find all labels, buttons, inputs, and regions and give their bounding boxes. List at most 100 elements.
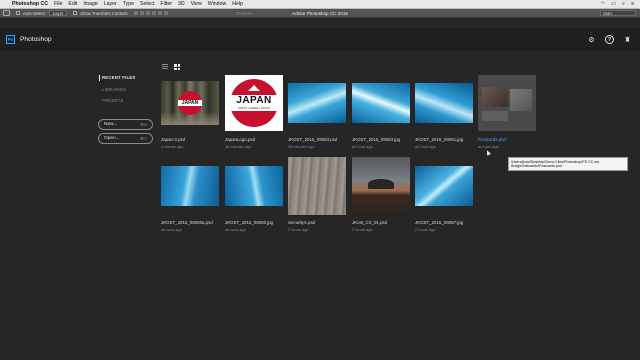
open-shortcut: ⌘O — [139, 136, 147, 141]
recent-file-tile[interactable]: JKOST_2015_09067.jpg 2 hours ago — [415, 158, 473, 232]
file-name: JapanLogo.psd — [225, 137, 256, 142]
menu-view[interactable]: View — [191, 1, 202, 7]
menu-select[interactable]: Select — [140, 1, 154, 7]
auto-select-checkbox[interactable] — [16, 11, 20, 15]
recent-file-tile[interactable]: SecurityX.psd 2 hours ago — [288, 157, 346, 232]
search-icon[interactable]: ⌕ — [622, 1, 625, 8]
open-button-label: Open... — [104, 136, 120, 141]
file-thumbnail[interactable] — [161, 158, 219, 214]
recent-file-tile[interactable]: JKost_CS_01.psd 2 hours ago — [352, 157, 410, 232]
file-thumbnail[interactable] — [415, 158, 473, 214]
file-thumbnail[interactable]: JAPAN — [161, 75, 219, 131]
photoshop-start-workspace: Photoshop CC File Edit Image Layer Type … — [0, 0, 640, 360]
transform-controls-checkbox[interactable] — [73, 11, 78, 15]
grid-view-icon[interactable] — [174, 64, 180, 70]
start-title: Photoshop — [20, 36, 52, 43]
menu-bar-status: ◠ ▭ ⌕ ≡ — [601, 1, 634, 8]
align-center-icon[interactable] — [157, 11, 162, 15]
menu-help[interactable]: Help — [232, 1, 243, 7]
gear-icon[interactable]: ⚙ — [587, 35, 596, 44]
recent-file-tile[interactable]: Postcards.psd an hour ago — [478, 75, 536, 149]
postcard-artboard — [510, 89, 532, 111]
ocean-wave-preview — [352, 83, 410, 123]
file-time: a minute ago — [161, 144, 184, 149]
file-thumbnail[interactable] — [225, 158, 283, 214]
file-thumbnail[interactable] — [352, 75, 410, 131]
file-time: 2 hours ago — [352, 227, 373, 232]
align-middle-icon[interactable] — [139, 11, 144, 15]
file-time: 36 minutes ago — [288, 144, 315, 149]
align-right-icon[interactable] — [163, 11, 168, 15]
auto-select-dropdown[interactable]: Layer — [48, 10, 68, 16]
ocean-wave-preview — [415, 83, 473, 123]
active-indicator — [99, 75, 100, 81]
start-header: Ps Photoshop ⚙ ? ♜ — [0, 28, 640, 51]
nav-recent-files-label: RECENT FILES — [102, 75, 136, 80]
workspace-dropdown[interactable]: Start — [600, 10, 636, 16]
file-time: 2 hours ago — [288, 227, 309, 232]
recent-file-tile[interactable]: JKOST_2015_09050a.psd an hour ago — [161, 158, 219, 232]
file-time: 2 hours ago — [415, 227, 436, 232]
new-button[interactable]: New... ⌘N — [98, 119, 153, 130]
transform-controls-label: Show Transform Controls — [80, 10, 128, 16]
file-name: JKost_CS_01.psd — [352, 220, 388, 225]
align-left-icon[interactable] — [151, 11, 156, 15]
move-tool-icon[interactable] — [3, 10, 10, 16]
file-name: JKOST_2015_09091.jpg — [415, 137, 464, 142]
help-icon[interactable]: ? — [605, 35, 614, 44]
gift-icon[interactable]: ♜ — [623, 35, 632, 44]
file-name: JKOST_2015_09083.jpg — [352, 137, 401, 142]
file-thumbnail[interactable] — [288, 157, 346, 215]
file-thumbnail[interactable] — [415, 75, 473, 131]
new-button-label: New... — [104, 122, 118, 127]
japan-logo-subtitle: TOKYO • OSAKA • KYOTO — [230, 107, 278, 111]
wifi-icon[interactable]: ◠ — [601, 1, 606, 7]
transform-group: Show Transform Controls — [73, 10, 128, 16]
file-time: an hour ago — [415, 144, 436, 149]
align-buttons — [133, 11, 168, 15]
nav-libraries[interactable]: LIBRARIES — [102, 87, 135, 92]
menu-window[interactable]: Window — [208, 1, 226, 7]
file-thumbnail[interactable] — [288, 75, 346, 131]
recent-file-tile[interactable]: JKOST_2015_09091.jpg an hour ago — [415, 75, 473, 149]
file-name: Japan-3.psd — [161, 137, 186, 142]
japan-logo-word: JAPAN — [230, 95, 278, 107]
nav-presets[interactable]: PRESETS — [102, 98, 135, 103]
japan-3-preview: JAPAN — [161, 81, 219, 125]
file-thumbnail[interactable] — [478, 75, 536, 131]
file-time: 18 minutes ago — [225, 144, 252, 149]
ocean-wave-preview — [288, 83, 346, 123]
mouse-cursor-icon — [485, 149, 491, 156]
align-bottom-icon[interactable] — [145, 11, 150, 15]
recent-file-tile[interactable]: JAPAN TOKYO • OSAKA • KYOTO JapanLogo.ps… — [225, 75, 283, 149]
menu-type[interactable]: Type — [123, 1, 134, 7]
list-icon[interactable]: ≡ — [631, 1, 634, 7]
file-thumbnail[interactable]: JAPAN TOKYO • OSAKA • KYOTO — [225, 75, 283, 131]
menu-layer[interactable]: Layer — [104, 1, 117, 7]
file-thumbnail[interactable] — [352, 157, 410, 215]
menu-image[interactable]: Image — [83, 1, 97, 7]
auto-select-label: Auto-Select: — [23, 10, 46, 16]
open-button[interactable]: Open... ⌘O — [98, 133, 153, 144]
menu-3d[interactable]: 3D — [178, 1, 185, 7]
menu-file[interactable]: File — [54, 1, 62, 7]
recent-file-tile[interactable]: JKOST_2015_09083.jpg an hour ago — [352, 75, 410, 149]
nav-recent-files[interactable]: RECENT FILES — [99, 75, 136, 81]
menu-app-name[interactable]: Photoshop CC — [12, 1, 48, 7]
menu-edit[interactable]: Edit — [68, 1, 77, 7]
file-name: JKOST_2015_09050.jpg — [225, 220, 274, 225]
align-top-icon[interactable] — [133, 11, 138, 15]
battery-icon[interactable]: ▭ — [611, 1, 616, 7]
ocean-wave-preview — [161, 166, 219, 206]
recent-file-tile[interactable]: JKOST_2015_09083.psd 36 minutes ago — [288, 75, 346, 149]
menu-filter[interactable]: Filter — [160, 1, 172, 7]
left-nav: RECENT FILES LIBRARIES PRESETS — [99, 75, 136, 110]
new-shortcut: ⌘N — [140, 122, 147, 127]
auto-select-group: Auto-Select: Layer — [16, 10, 68, 16]
ocean-wave-preview — [225, 166, 283, 206]
list-view-icon[interactable] — [162, 64, 168, 70]
recent-file-tile[interactable]: JKOST_2015_09050.jpg an hour ago — [225, 158, 283, 232]
menu-bar: Photoshop CC File Edit Image Layer Type … — [0, 0, 640, 9]
japan-logo-badge: JAPAN TOKYO • OSAKA • KYOTO — [230, 79, 278, 127]
recent-file-tile[interactable]: JAPAN Japan-3.psd a minute ago — [161, 75, 219, 149]
